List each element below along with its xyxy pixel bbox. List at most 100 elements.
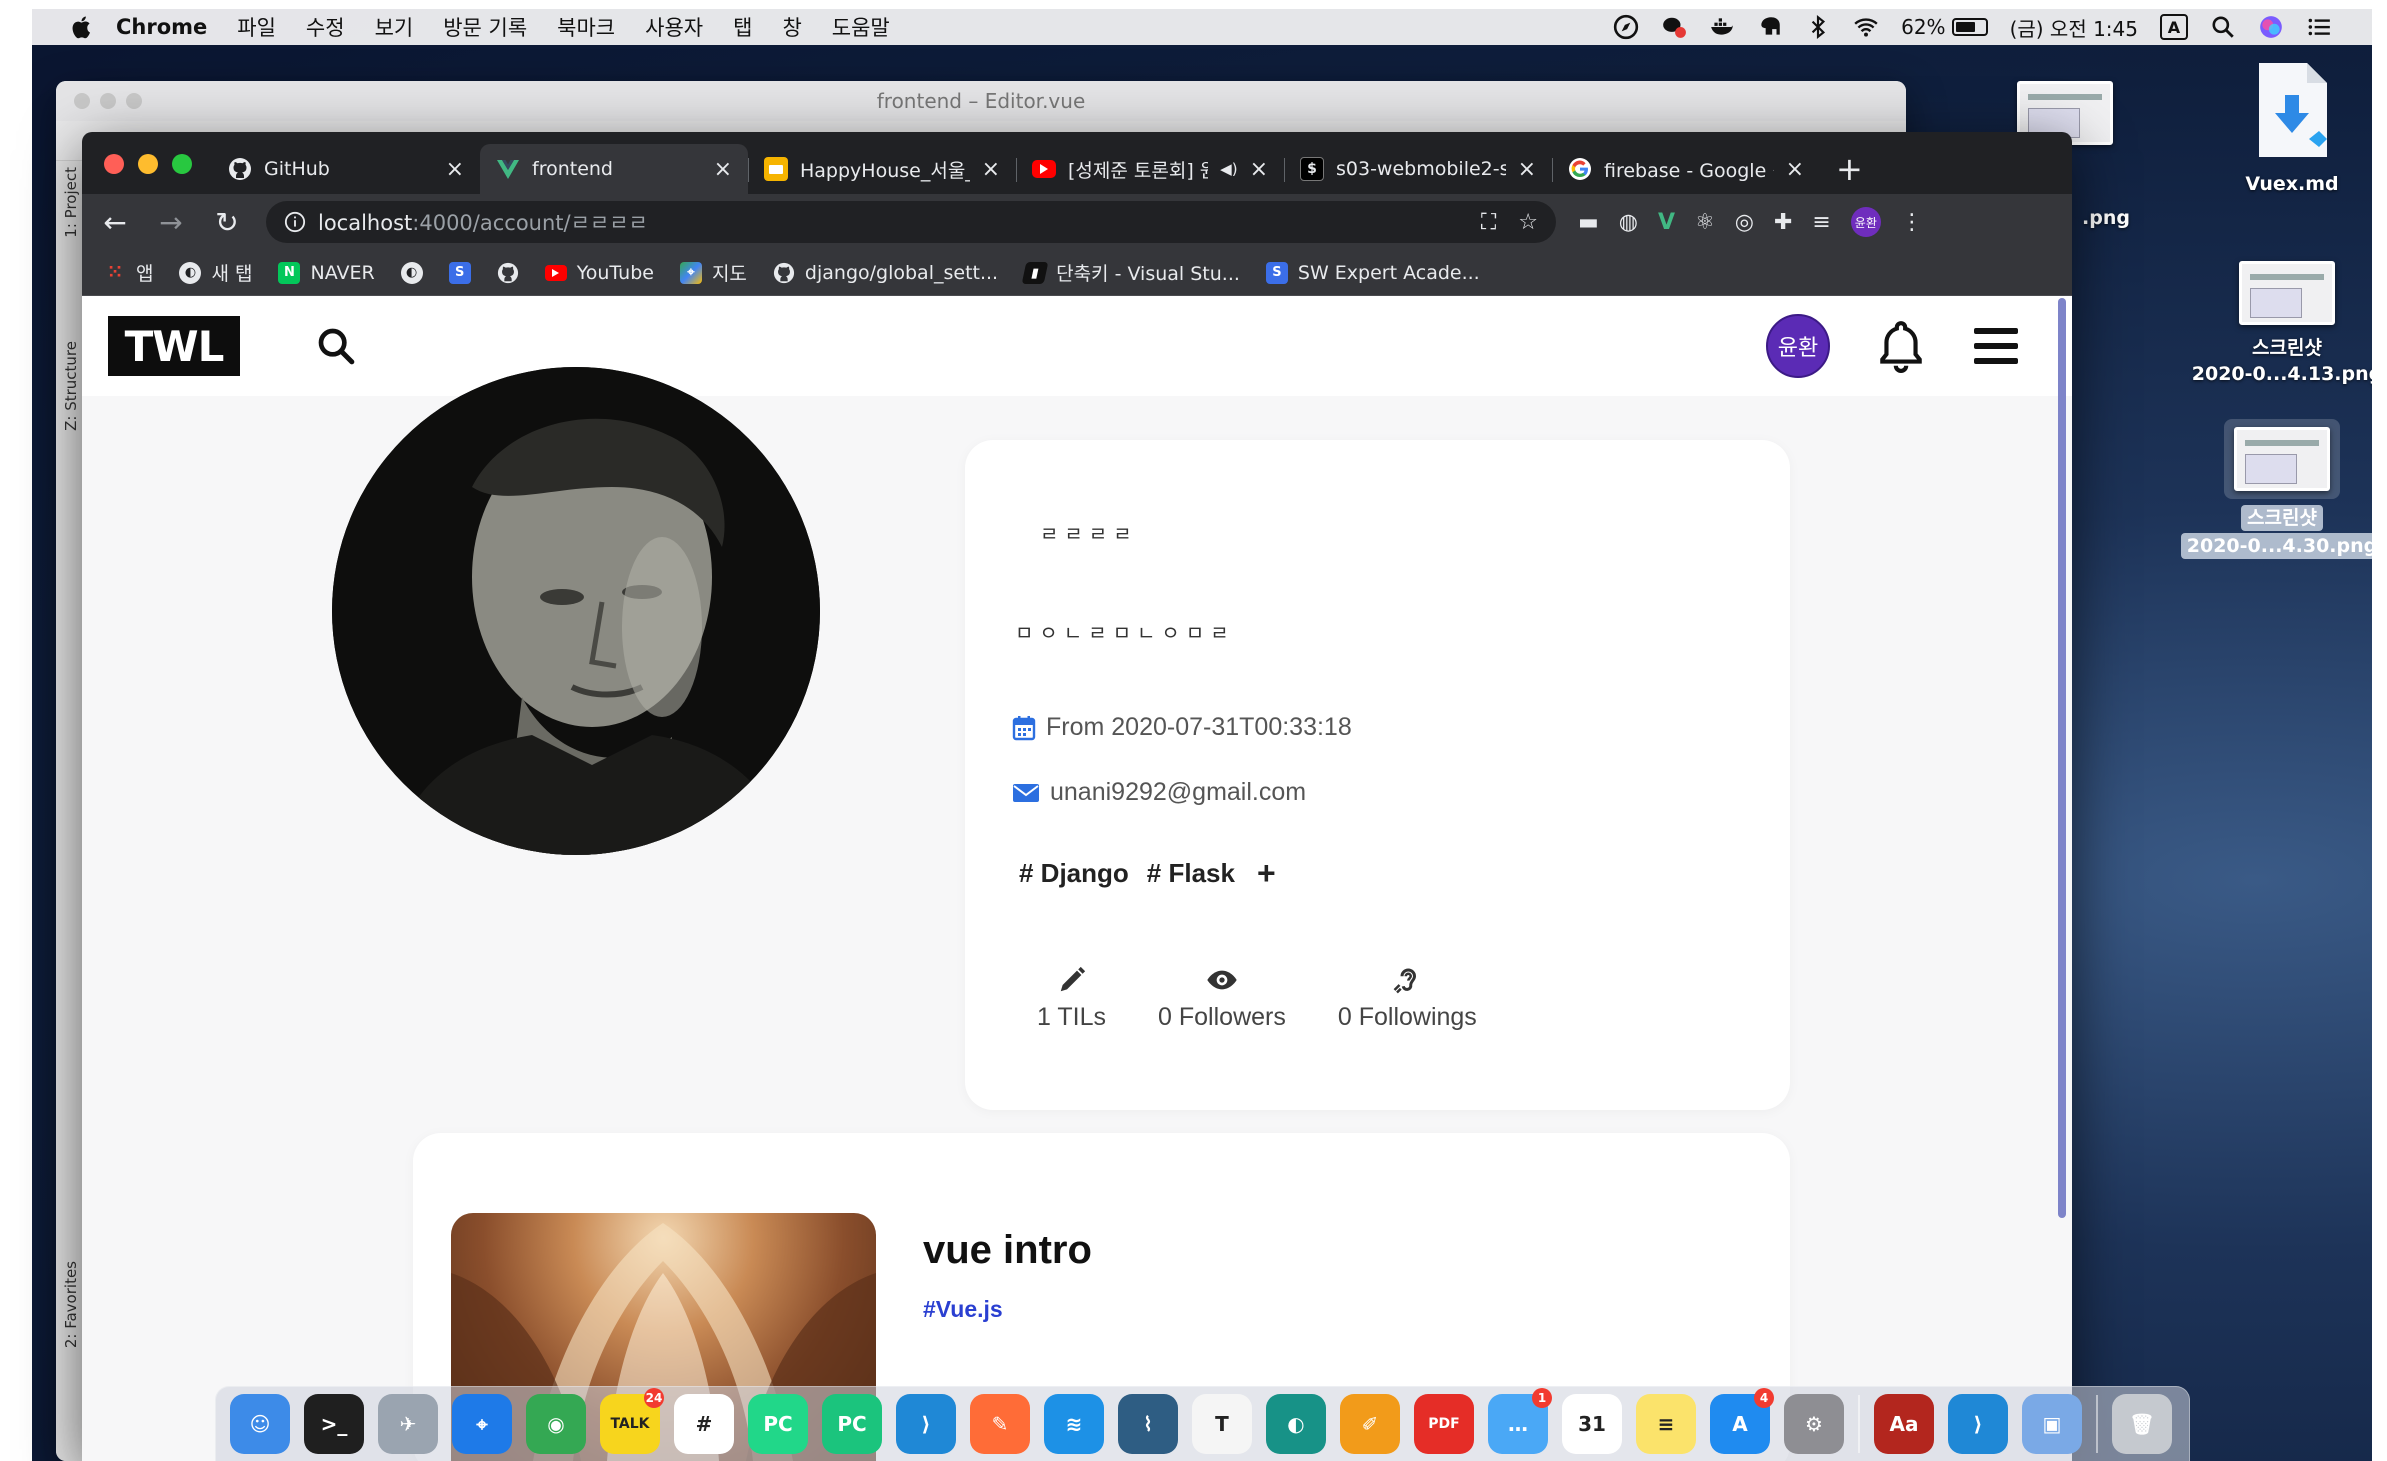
bookmark-youtube[interactable]: YouTube	[544, 262, 654, 284]
bookmark-django[interactable]: django/global_sett...	[773, 262, 998, 284]
bookmark-vs-shortcuts[interactable]: ▮ 단축키 - Visual Stu...	[1021, 259, 1240, 286]
target-extension-icon[interactable]: ◎	[1735, 210, 1754, 235]
dock-launchpad-icon[interactable]: ✈	[378, 1394, 438, 1454]
dock-app-store-icon[interactable]: A4	[1710, 1388, 1774, 1454]
bookmark-new-tab[interactable]: ◐ 새 탭	[179, 259, 252, 286]
user-avatar[interactable]: 윤환	[1766, 314, 1830, 378]
chrome-profile-avatar[interactable]: 윤환	[1850, 207, 1881, 237]
docker-menubar-icon[interactable]	[1709, 14, 1735, 40]
desktop-screenshot-2[interactable]: 스크린샷 2020-0...4.30.png	[2167, 419, 2372, 559]
minimize-window-button[interactable]	[138, 154, 158, 174]
battery-indicator[interactable]: 62%	[1901, 15, 1988, 39]
elephant-icon[interactable]	[1757, 14, 1783, 40]
browser-tab-webmobile[interactable]: $ s03-webmobile2-s ×	[1284, 144, 1552, 194]
email-address[interactable]: unani9292@gmail.com	[1050, 778, 1306, 807]
bookmark-apps[interactable]: ⁙ 앱	[104, 259, 153, 286]
dock-trash-icon[interactable]: 🗑	[2112, 1394, 2172, 1454]
bluetooth-icon[interactable]	[1805, 14, 1831, 40]
dock-kakaotalk-icon[interactable]: TALK 24	[600, 1388, 664, 1454]
translate-icon[interactable]: ⛶	[1481, 210, 1496, 235]
forward-button[interactable]: →	[154, 206, 188, 239]
bookmark-naver[interactable]: N NAVER	[278, 261, 375, 284]
new-tab-button[interactable]: +	[1836, 144, 1863, 194]
dock-mysql-workbench-icon[interactable]: ⌇	[1118, 1394, 1178, 1454]
desktop-file-png-label[interactable]: .png	[2082, 205, 2130, 231]
wifi-icon[interactable]	[1853, 14, 1879, 40]
stat-tils[interactable]: 1 TILs	[1037, 965, 1106, 1032]
dock-typora-icon[interactable]: T	[1192, 1394, 1252, 1454]
dock-slack-icon[interactable]: #	[674, 1394, 734, 1454]
extensions-puzzle-icon[interactable]: ✚	[1774, 210, 1792, 235]
close-tab-icon[interactable]: ×	[982, 157, 1000, 182]
bookmark-globe[interactable]: ◐	[400, 261, 423, 284]
close-tab-icon[interactable]: ×	[446, 157, 464, 182]
close-tab-icon[interactable]: ×	[714, 157, 732, 182]
tag-django[interactable]: # Django	[1019, 858, 1129, 889]
page-scrollbar[interactable]	[2058, 298, 2066, 1218]
dock-finder-icon[interactable]: ☺	[230, 1394, 290, 1454]
menu-tab[interactable]: 탭	[733, 12, 752, 42]
dock-calendar-icon[interactable]: 31	[1562, 1394, 1622, 1454]
menu-history[interactable]: 방문 기록	[443, 12, 527, 42]
dock-vscode-icon[interactable]: ⟩	[896, 1394, 956, 1454]
dock-vscode-2-icon[interactable]: ⟩	[1948, 1394, 2008, 1454]
bookmark-maps[interactable]: ⌖ 지도	[679, 259, 747, 286]
menu-bookmarks[interactable]: 북마크	[557, 12, 615, 42]
menu-view[interactable]: 보기	[375, 12, 414, 42]
bookmark-star-icon[interactable]: ☆	[1518, 210, 1538, 235]
dock-notes-icon[interactable]: ≡	[1636, 1394, 1696, 1454]
browser-tab-happyhouse[interactable]: HappyHouse_서울_8 ×	[748, 144, 1016, 194]
browser-tab-github[interactable]: GitHub ×	[212, 144, 480, 194]
search-icon[interactable]	[316, 326, 356, 366]
add-tag-button[interactable]: +	[1257, 855, 1276, 892]
dock-pages-icon[interactable]: ✐	[1340, 1394, 1400, 1454]
apple-logo-icon[interactable]	[68, 13, 96, 41]
dock-dictionary-icon[interactable]: Aa	[1874, 1394, 1934, 1454]
dock-pycharm-ce-icon[interactable]: PC	[822, 1394, 882, 1454]
favorites-tool-label[interactable]: 2: Favorites	[62, 1261, 80, 1348]
close-window-button[interactable]	[104, 154, 124, 174]
dock-terminal-icon[interactable]: >_	[304, 1394, 364, 1454]
browser-tab-firebase[interactable]: firebase - Google 검 ×	[1552, 144, 1820, 194]
wechat-icon[interactable]	[1661, 14, 1687, 40]
desktop-screenshot-1[interactable]: 스크린샷 2020-0...4.13.png	[2182, 261, 2372, 387]
project-tool-label[interactable]: 1: Project	[62, 167, 80, 238]
react-devtools-icon[interactable]: ⚛	[1695, 210, 1715, 235]
post-tag[interactable]: #Vue.js	[923, 1296, 1003, 1323]
notification-center-icon[interactable]	[2306, 14, 2332, 40]
menu-edit[interactable]: 수정	[306, 12, 345, 42]
cast-extension-icon[interactable]: ▬	[1578, 210, 1599, 235]
bookmark-github[interactable]	[497, 262, 519, 284]
twl-logo[interactable]: TWL	[108, 316, 240, 376]
close-tab-icon[interactable]: ×	[1786, 157, 1804, 182]
address-bar[interactable]: localhost:4000/account/ㄹㄹㄹㄹ ⛶ ☆	[266, 201, 1556, 243]
media-controls-icon[interactable]: ≡	[1812, 210, 1830, 235]
vue-devtools-icon[interactable]: V	[1658, 210, 1675, 235]
close-tab-icon[interactable]: ×	[1518, 157, 1536, 182]
dock-chrome-icon[interactable]: ◉	[526, 1394, 586, 1454]
browser-tab-frontend[interactable]: frontend ×	[480, 144, 748, 194]
menubar-clock[interactable]: (금) 오전 1:45	[2010, 13, 2138, 42]
browser-tab-youtube[interactable]: [성제준 토론회] 원 ◀) ×	[1016, 144, 1284, 194]
dock-gitkraken-icon[interactable]: ◐	[1266, 1394, 1326, 1454]
bookmark-swexpert[interactable]: S SW Expert Acade...	[1265, 261, 1480, 284]
bookmark-swexpert-short[interactable]: S	[448, 261, 471, 284]
menu-window[interactable]: 창	[782, 12, 801, 42]
post-title[interactable]: vue intro	[923, 1228, 1092, 1273]
tag-flask[interactable]: # Flask	[1147, 858, 1235, 889]
back-button[interactable]: ←	[98, 206, 132, 239]
chrome-menu-icon[interactable]: ⋮	[1901, 210, 1923, 235]
site-info-icon[interactable]	[284, 211, 306, 233]
editor-titlebar[interactable]: frontend – Editor.vue	[56, 81, 1906, 121]
close-tab-icon[interactable]: ×	[1250, 157, 1268, 182]
menu-people[interactable]: 사용자	[645, 12, 703, 42]
dock-preview-icon[interactable]: ▣	[2022, 1394, 2082, 1454]
bell-icon[interactable]	[1876, 319, 1926, 373]
hamburger-menu-icon[interactable]	[1972, 324, 2020, 368]
maximize-window-button[interactable]	[172, 154, 192, 174]
dock-safari-icon[interactable]: ⌖	[452, 1394, 512, 1454]
dock-postman-icon[interactable]: ✎	[970, 1394, 1030, 1454]
menu-app-name[interactable]: Chrome	[116, 15, 207, 39]
dock-messages-icon[interactable]: … 1	[1488, 1388, 1552, 1454]
stat-followers[interactable]: 0 Followers	[1158, 965, 1286, 1032]
